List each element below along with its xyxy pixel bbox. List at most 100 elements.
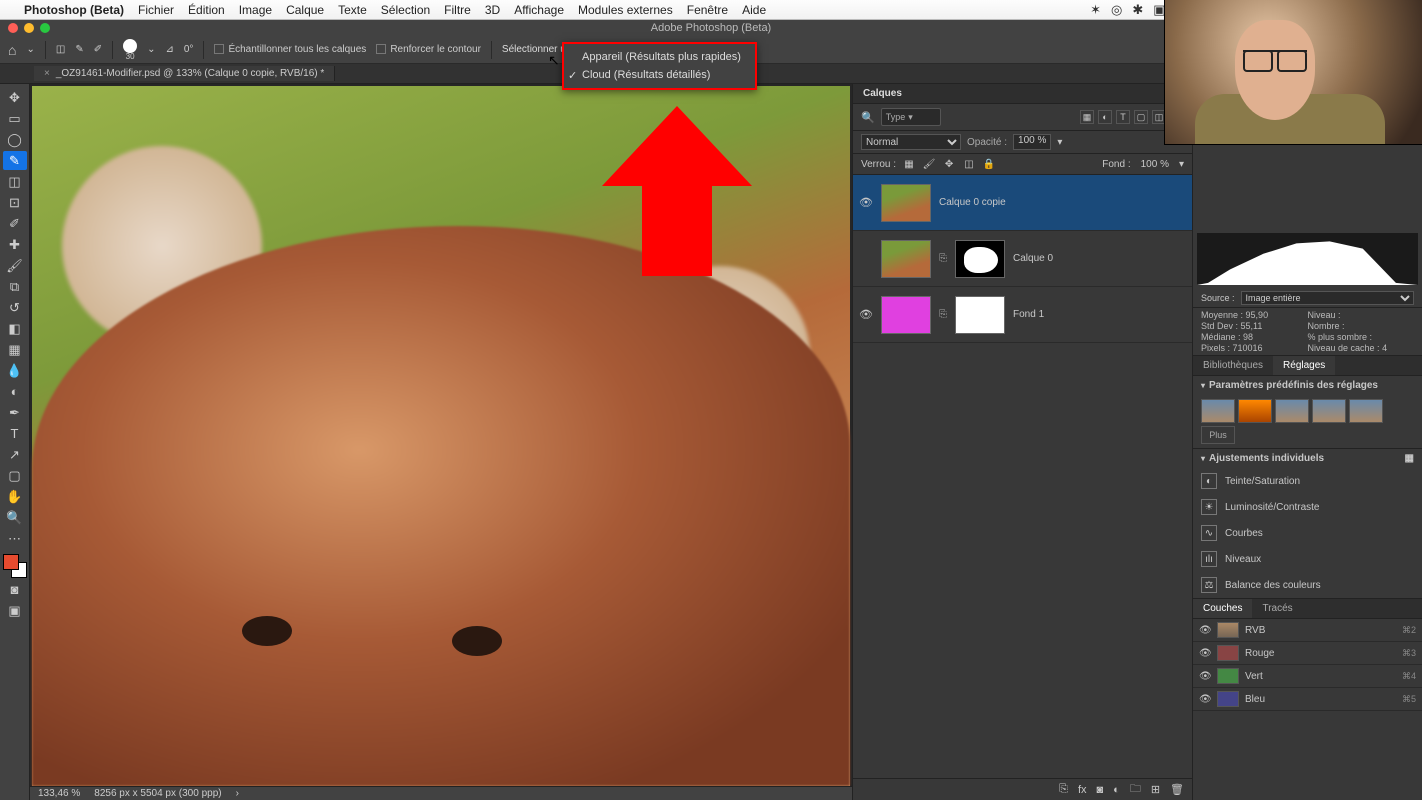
document-tab[interactable]: × _OZ91461-Modifier.psd @ 133% (Calque 0… [34,66,335,81]
type-tool-icon[interactable]: T [3,424,27,443]
tab-traces[interactable]: Tracés [1252,599,1302,618]
brush-dropdown-icon[interactable]: ⌄ [147,44,155,55]
layers-panel-tab[interactable]: Calques [853,84,1192,104]
healing-tool-icon[interactable]: ✚ [3,235,27,254]
channel-row[interactable]: 👁Bleu⌘5 [1193,688,1422,711]
opacity-value[interactable]: 100 % [1013,134,1051,150]
menu-affichage[interactable]: Affichage [514,3,564,17]
marquee-tool-icon[interactable]: ▭ [3,109,27,128]
channel-visibility-icon[interactable]: 👁 [1199,694,1211,705]
adjustment-brightness[interactable]: ☀Luminosité/Contraste [1193,494,1422,520]
presets-section-header[interactable]: ▾Paramètres prédéfinis des réglages [1193,376,1422,395]
new-layer-icon[interactable]: ⊞ [1151,783,1160,796]
home-icon[interactable]: ⌂ [8,42,16,58]
dodge-tool-icon[interactable]: ◐ [3,382,27,401]
opacity-dropdown-icon[interactable]: ▾ [1057,137,1062,148]
adjustment-hue[interactable]: ◐Teinte/Saturation [1193,468,1422,494]
gradient-tool-icon[interactable]: ▦ [3,340,27,359]
menu-texte[interactable]: Texte [338,3,367,17]
filter-pixel-icon[interactable]: ▦ [1080,110,1094,124]
delete-layer-icon[interactable]: 🗑 [1170,783,1184,796]
layer-fx-icon[interactable]: fx [1078,784,1087,796]
lock-position-icon[interactable]: ✥ [942,157,956,171]
layer-visibility-icon[interactable]: 👁 [859,196,873,209]
lock-pixels-icon[interactable]: 🖌 [922,157,936,171]
lock-artboard-icon[interactable]: ◫ [962,157,976,171]
menu-filtre[interactable]: Filtre [444,3,471,17]
eyedropper-tool-icon[interactable]: ✐ [3,214,27,233]
preset-thumbnail[interactable] [1312,399,1346,423]
layer-kind-filter[interactable]: Type ▾ [881,108,941,126]
channel-visibility-icon[interactable]: 👁 [1199,671,1211,682]
adjustment-levels[interactable]: ılıNiveaux [1193,546,1422,572]
layer-visibility-icon[interactable]: 👁 [859,308,873,321]
mask-link-icon[interactable]: ⎘ [939,253,947,264]
channel-visibility-icon[interactable]: 👁 [1199,648,1211,659]
status-more-icon[interactable]: › [236,788,239,799]
new-adjustment-icon[interactable]: ◐ [1113,784,1120,796]
new-group-icon[interactable]: 🗀 [1130,780,1141,799]
link-layers-icon[interactable]: ⎘ [1059,783,1068,796]
window-close-button[interactable] [8,23,18,33]
lasso-tool-icon[interactable]: ◯ [3,130,27,149]
layer-row[interactable]: 👁 ⎘ Fond 1 [853,287,1192,343]
adjustment-color-balance[interactable]: ⚖Balance des couleurs [1193,572,1422,598]
layer-row[interactable]: 👁 Calque 0 copie [853,175,1192,231]
menu-modules[interactable]: Modules externes [578,3,673,17]
dropdown-option-device[interactable]: Appareil (Résultats plus rapides) [564,48,755,66]
path-tool-icon[interactable]: ↗ [3,445,27,464]
brush-preview-icon[interactable] [123,39,137,53]
presets-more-button[interactable]: Plus [1201,426,1235,444]
lock-transparency-icon[interactable]: ▦ [902,157,916,171]
frame-tool-icon[interactable]: ⊡ [3,193,27,212]
screenmode-icon[interactable]: ▣ [3,601,27,620]
layer-thumbnail[interactable] [881,296,931,334]
channel-row[interactable]: 👁Vert⌘4 [1193,665,1422,688]
crop-tool-icon[interactable]: ◫ [3,172,27,191]
mode-subtract-icon[interactable]: ✎ [75,44,83,55]
adjustment-curves[interactable]: ∿Courbes [1193,520,1422,546]
layer-name[interactable]: Calque 0 [1013,253,1053,264]
brush-tool-icon[interactable]: 🖌 [3,256,27,275]
channel-row[interactable]: 👁Rouge⌘3 [1193,642,1422,665]
menu-fichier[interactable]: Fichier [138,3,174,17]
dropdown-option-cloud[interactable]: Cloud (Résultats détaillés) [564,66,755,84]
histogram-source-select[interactable]: Image entière [1241,291,1414,305]
brush-size-value[interactable]: 30 [126,53,135,61]
channel-row[interactable]: 👁RVB⌘2 [1193,619,1422,642]
quick-selection-tool-icon[interactable]: ✎ [3,151,27,170]
edit-toolbar-icon[interactable]: ⋯ [3,529,27,548]
pen-tool-icon[interactable]: ✒ [3,403,27,422]
foreground-color-swatch[interactable] [3,554,19,570]
angle-value[interactable]: 0° [184,44,194,55]
layer-mask-thumbnail[interactable] [955,296,1005,334]
canvas-area[interactable]: 133,46 % 8256 px x 5504 px (300 ppp) › [30,84,852,800]
window-maximize-button[interactable] [40,23,50,33]
color-swatches[interactable] [3,554,27,578]
document-canvas[interactable] [32,86,850,786]
channel-visibility-icon[interactable]: 👁 [1199,625,1211,636]
window-minimize-button[interactable] [24,23,34,33]
mask-link-icon[interactable]: ⎘ [939,309,947,320]
menu-image[interactable]: Image [239,3,272,17]
filter-type-icon[interactable]: T [1116,110,1130,124]
sample-all-checkbox[interactable] [214,44,224,54]
layer-thumbnail[interactable] [881,240,931,278]
layer-row[interactable]: ⎘ Calque 0 [853,231,1192,287]
histogram[interactable] [1197,233,1418,285]
status-icon[interactable]: ◎ [1111,2,1122,18]
move-tool-icon[interactable]: ✥ [3,88,27,107]
tab-bibliotheques[interactable]: Bibliothèques [1193,356,1273,375]
menu-aide[interactable]: Aide [742,3,766,17]
menu-fenetre[interactable]: Fenêtre [687,3,728,17]
menu-selection[interactable]: Sélection [381,3,430,17]
zoom-tool-icon[interactable]: 🔍 [3,508,27,527]
blend-mode-select[interactable]: Normal [861,134,961,150]
preset-thumbnail[interactable] [1275,399,1309,423]
status-icon[interactable]: ✶ [1090,2,1101,18]
fill-value[interactable]: 100 % [1137,159,1173,170]
preset-thumbnail[interactable] [1349,399,1383,423]
history-brush-tool-icon[interactable]: ↺ [3,298,27,317]
eraser-tool-icon[interactable]: ◧ [3,319,27,338]
lock-all-icon[interactable]: 🔒 [982,157,996,171]
